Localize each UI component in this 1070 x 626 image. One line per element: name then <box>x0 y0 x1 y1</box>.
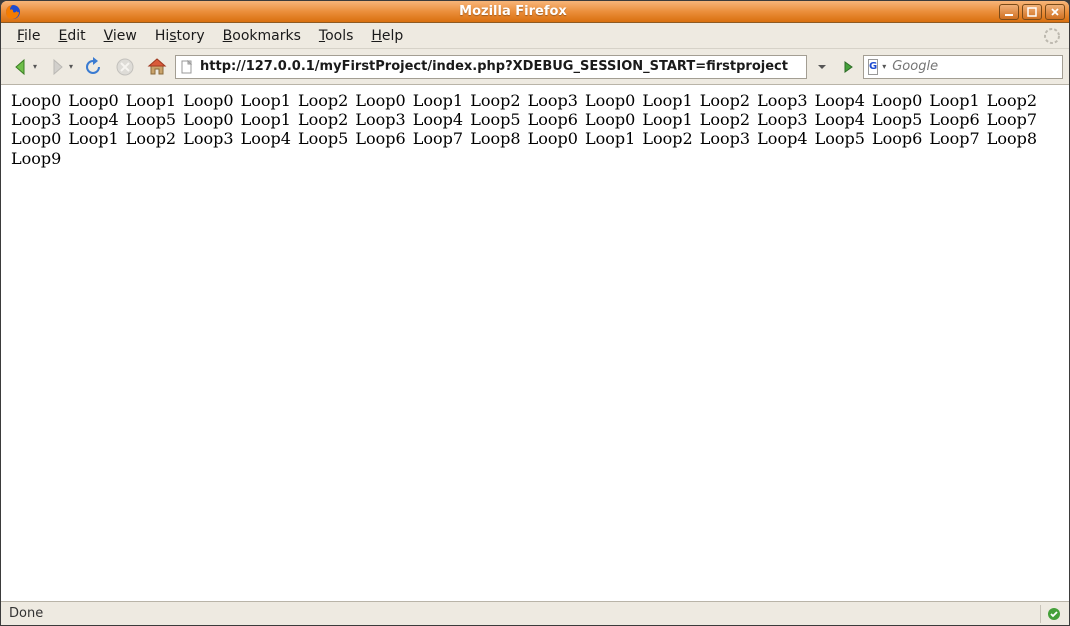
url-input[interactable] <box>198 58 802 75</box>
close-button[interactable] <box>1045 4 1065 20</box>
menu-file[interactable]: File <box>9 26 48 46</box>
reload-icon <box>82 56 104 78</box>
page-content: Loop0 Loop0 Loop1 Loop0 Loop1 Loop2 Loop… <box>1 85 1069 601</box>
firefox-icon <box>5 4 21 20</box>
back-dropdown[interactable]: ▾ <box>33 62 37 71</box>
search-engine-dropdown[interactable]: ▾ <box>882 62 886 71</box>
home-button[interactable] <box>143 53 171 81</box>
back-arrow-icon <box>10 56 32 78</box>
minimize-button[interactable] <box>999 4 1019 20</box>
window-titlebar: Mozilla Firefox <box>1 1 1069 23</box>
reload-button[interactable] <box>79 53 107 81</box>
forward-arrow-icon <box>46 56 68 78</box>
go-button[interactable] <box>837 56 859 78</box>
forward-button-split: ▾ <box>43 53 75 81</box>
window-title: Mozilla Firefox <box>27 4 999 19</box>
stop-button[interactable] <box>111 53 139 81</box>
stop-icon <box>114 56 136 78</box>
menubar: File Edit View History Bookmarks Tools H… <box>1 23 1069 49</box>
search-engine-icon[interactable]: G <box>868 59 878 75</box>
url-dropdown[interactable] <box>811 56 833 78</box>
back-button[interactable] <box>7 53 35 81</box>
menu-help[interactable]: Help <box>363 26 411 46</box>
navigation-toolbar: ▾ ▾ G ▾ <box>1 49 1069 85</box>
statusbar: Done <box>1 601 1069 625</box>
activity-throbber-icon <box>1043 27 1061 45</box>
page-icon <box>180 60 194 74</box>
forward-button[interactable] <box>43 53 71 81</box>
menu-edit[interactable]: Edit <box>50 26 93 46</box>
url-bar[interactable] <box>175 55 807 79</box>
status-text: Done <box>9 606 1038 621</box>
search-input[interactable] <box>890 58 1062 75</box>
maximize-button[interactable] <box>1022 4 1042 20</box>
menu-history[interactable]: History <box>147 26 213 46</box>
go-arrow-icon <box>840 59 856 75</box>
menu-tools[interactable]: Tools <box>311 26 362 46</box>
window-controls <box>999 4 1065 20</box>
status-ok-icon <box>1047 607 1061 621</box>
browser-window: Mozilla Firefox File Edit View History B… <box>1 1 1069 625</box>
chevron-down-icon <box>814 59 830 75</box>
back-button-split: ▾ <box>7 53 39 81</box>
menu-view[interactable]: View <box>96 26 145 46</box>
search-bar[interactable]: G ▾ <box>863 55 1063 79</box>
home-icon <box>146 56 168 78</box>
menu-bookmarks[interactable]: Bookmarks <box>215 26 309 46</box>
statusbar-divider <box>1040 605 1041 623</box>
